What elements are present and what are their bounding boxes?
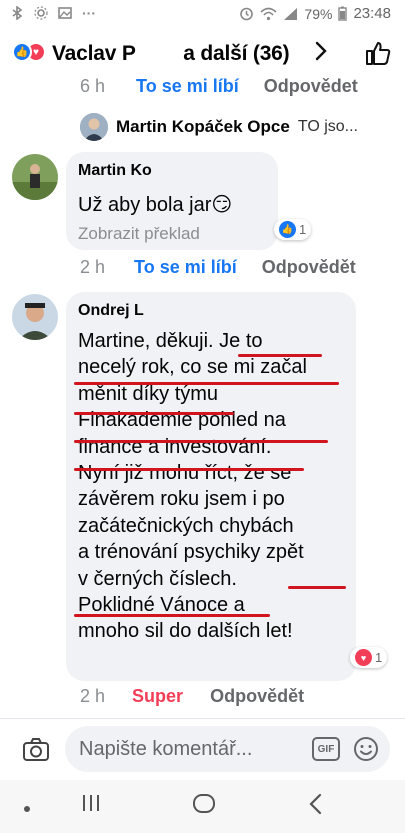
comment-author[interactable]: Ondrej L: [78, 302, 144, 320]
comment-line: Nyní již mohu říct, že se: [78, 462, 292, 485]
signal-icon: [284, 7, 298, 20]
avatar: [80, 113, 108, 141]
redacted-block: [135, 44, 178, 60]
comment-line: mnoho sil do dalších let!: [78, 620, 293, 643]
header-title[interactable]: Vaclav P a další (36): [52, 42, 290, 66]
comment-line: a trénování psychiky zpět: [78, 541, 304, 564]
reply-link[interactable]: Odpovědet: [264, 76, 358, 96]
reaction-summary[interactable]: 👍 ♥: [12, 42, 48, 64]
more-notifications-icon: ···: [82, 5, 96, 21]
battery-icon: [338, 6, 348, 21]
avatar[interactable]: [12, 154, 58, 200]
red-underline: [288, 586, 346, 589]
comment-author[interactable]: Martin Ko: [78, 162, 152, 180]
comment-actions: 2 h To se mi líbí Odpovědět: [80, 257, 356, 278]
like-link[interactable]: To se mi líbí: [134, 257, 237, 277]
system-nav-bar: [0, 780, 405, 833]
translate-link[interactable]: Zobrazit překlad: [78, 224, 200, 244]
love-reaction-icon: ♥: [355, 649, 372, 666]
comment-line: Martine, děkuji. Je to: [78, 330, 263, 352]
like-reaction-icon: 👍: [12, 42, 32, 62]
red-underline: [74, 468, 304, 471]
recent-apps-icon[interactable]: [80, 792, 102, 820]
red-underline: [238, 354, 322, 357]
reply-link[interactable]: Odpovědět: [262, 257, 356, 277]
emoji-icon[interactable]: [353, 736, 379, 762]
comment-bubble[interactable]: Martin Ko Už aby bola jar😏 Zobrazit přek…: [66, 152, 278, 250]
status-bar: ··· 79% 23:48: [0, 0, 405, 28]
chevron-right-icon[interactable]: [314, 40, 328, 69]
camera-icon[interactable]: [22, 736, 50, 764]
like-button-icon[interactable]: [365, 40, 391, 66]
comment-text: Martine, děkuji. Je to necelý rok, co se…: [78, 328, 358, 645]
bluetooth-signal-icon: [12, 6, 23, 20]
top-comment-actions: 6 h To se mi líbí Odpovědet: [80, 76, 358, 97]
comment-composer: Napište komentář... GIF: [0, 718, 405, 780]
gif-button[interactable]: GIF: [312, 737, 340, 761]
back-icon[interactable]: [306, 792, 326, 822]
red-underline: [74, 614, 270, 617]
like-link[interactable]: To se mi líbí: [136, 76, 239, 96]
comment-bubble[interactable]: Ondrej L Martine, děkuji. Je to necelý r…: [66, 292, 356, 681]
battery-percent: 79%: [304, 5, 333, 22]
reply-author[interactable]: Martin Kopáček Opce: [116, 117, 290, 137]
comment-line: začátečnických chybách: [78, 514, 294, 537]
red-underline: [74, 382, 339, 385]
settings-icon: [34, 6, 48, 20]
header-title-name: Vaclav P: [52, 42, 136, 65]
like-reaction-icon: 👍: [279, 221, 296, 238]
comment-actions: 2 h Super Odpovědět: [80, 686, 304, 707]
clock: 23:48: [353, 5, 391, 22]
comment-time: 2 h: [80, 686, 106, 706]
comment-time: 2 h: [80, 257, 106, 277]
reply-preview[interactable]: Martin Kopáček Opce TO jso...: [80, 112, 358, 142]
comment-input[interactable]: Napište komentář... GIF: [65, 726, 390, 772]
comment-text: Už aby bola jar😏: [78, 194, 233, 216]
reply-link[interactable]: Odpovědět: [210, 686, 304, 706]
comment-time: 6 h: [80, 76, 106, 96]
wifi-icon: [260, 7, 277, 20]
comment-line: necelý rok, co se mi začal: [78, 356, 307, 379]
nav-dot-icon[interactable]: [22, 794, 32, 820]
red-underline: [74, 440, 328, 443]
comment-line: závěrem roku jsem i po: [78, 488, 285, 511]
reaction-link[interactable]: Super: [132, 686, 183, 706]
home-icon[interactable]: [192, 792, 216, 822]
alarm-icon: [240, 7, 254, 21]
reaction-count[interactable]: 👍 1: [274, 219, 312, 240]
reaction-count-value: 1: [375, 650, 383, 665]
comment-line: finance a investování.: [78, 435, 272, 458]
red-underline: [74, 412, 234, 415]
post-header[interactable]: 👍 ♥ Vaclav P a další (36): [0, 28, 405, 80]
reply-text: TO jso...: [297, 118, 358, 135]
avatar[interactable]: [12, 294, 58, 340]
header-title-suffix: a další (36): [183, 42, 290, 65]
reaction-count[interactable]: ♥ 1: [350, 647, 388, 668]
reaction-count-value: 1: [299, 222, 307, 237]
gallery-icon: [58, 7, 72, 19]
comment-input-placeholder: Napište komentář...: [79, 738, 253, 760]
